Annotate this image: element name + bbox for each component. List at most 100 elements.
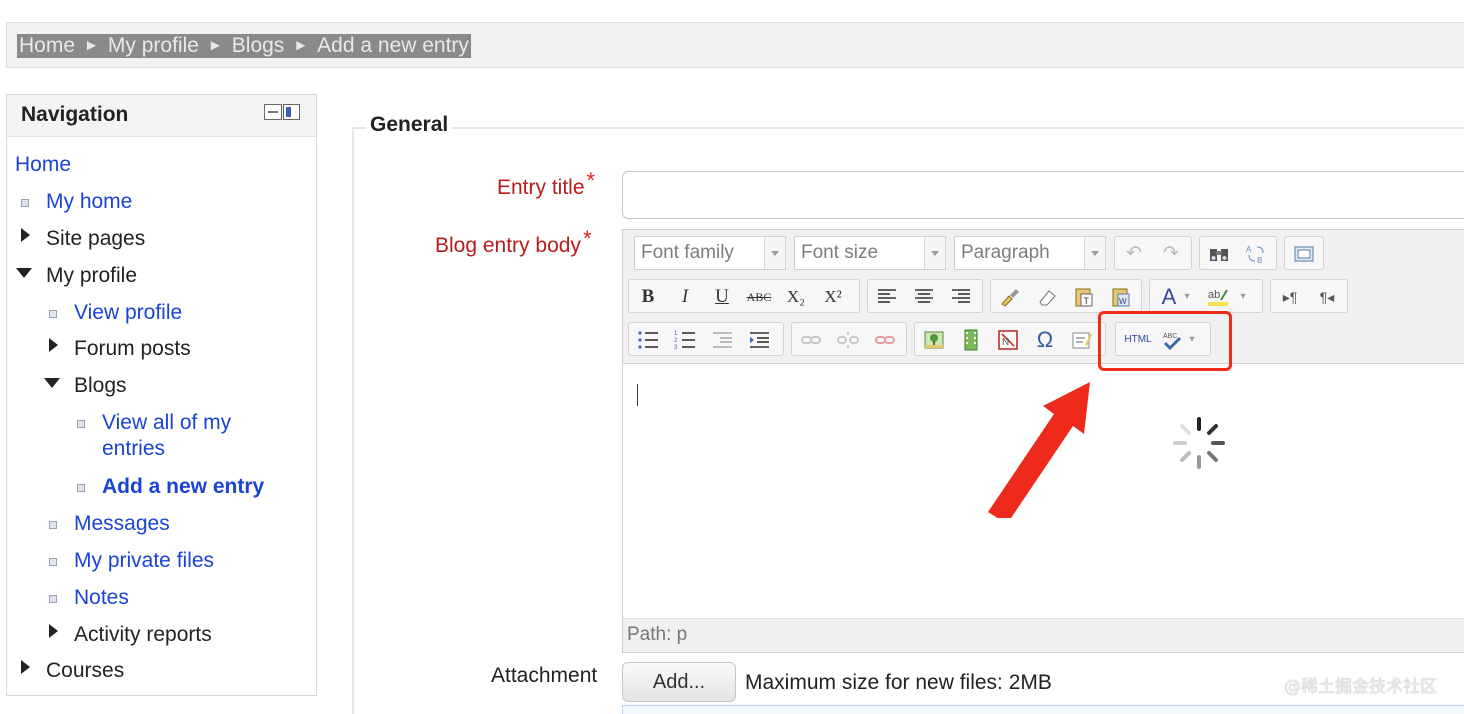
eraser-icon[interactable] [1033,283,1061,311]
media-icon[interactable] [957,326,985,354]
special-char-button[interactable]: Ω [1031,326,1059,354]
align-center-icon[interactable] [910,283,938,311]
nav-view-profile[interactable]: View profile [74,300,182,326]
max-file-size-text: Maximum size for new files: 2MB [745,671,1052,694]
font-family-select[interactable]: Font family [634,236,786,270]
clipboard-group: T W [990,279,1142,313]
unlink-icon[interactable] [834,326,862,354]
nolink-icon[interactable]: N [994,326,1022,354]
nav-blogs[interactable]: Blogs [74,373,127,399]
nav-messages[interactable]: Messages [74,511,170,537]
breadcrumb: Home ► My profile ► Blogs ► Add a new entry [17,34,471,58]
nav-notes-link[interactable]: Notes [74,586,129,609]
nav-forum-posts[interactable]: Forum posts [74,336,191,362]
chevron-down-icon[interactable]: ▾ [1236,283,1250,311]
expand-triangle-icon[interactable] [21,660,30,674]
cleanup-brush-icon[interactable] [996,283,1024,311]
nav-courses-label[interactable]: Courses [46,659,124,682]
nav-view-profile-link[interactable]: View profile [74,301,182,324]
nav-blogs-label[interactable]: Blogs [74,374,127,397]
chevron-down-icon[interactable]: ▾ [1180,283,1194,311]
fieldset-border-left [352,127,354,714]
nav-courses[interactable]: Courses [46,658,124,684]
blog-entry-body-label-text: Blog entry body [435,234,581,257]
nav-messages-link[interactable]: Messages [74,512,170,535]
nav-home[interactable]: Home [15,152,71,178]
indent-icon[interactable] [745,326,773,354]
nav-view-all-entries[interactable]: View all of my entries [102,410,231,462]
nav-private-files[interactable]: My private files [74,548,214,574]
entry-title-input[interactable] [622,171,1464,219]
svg-text:2: 2 [674,338,678,344]
nav-view-all-entries-line1[interactable]: View all of my [102,411,231,434]
nav-site-pages[interactable]: Site pages [46,226,145,252]
paste-word-icon[interactable]: W [1107,283,1135,311]
ltr-icon[interactable]: ▸¶ [1276,283,1304,311]
nav-activity-reports[interactable]: Activity reports [74,622,212,648]
add-file-button[interactable]: Add... [622,662,736,702]
underline-button[interactable]: U [708,283,736,311]
breadcrumb-separator: ► [293,37,309,54]
font-size-value: Font size [801,242,879,263]
paste-text-icon[interactable]: T [1070,283,1098,311]
nav-my-profile[interactable]: My profile [46,263,137,289]
nav-private-files-link[interactable]: My private files [74,549,214,572]
expand-triangle-icon[interactable] [21,228,30,242]
bullet-icon [49,310,57,318]
nav-activity-reports-label[interactable]: Activity reports [74,623,212,646]
nav-home-link[interactable]: Home [15,153,71,176]
collapse-triangle-icon[interactable] [44,378,60,388]
replace-icon[interactable]: AB [1242,240,1270,268]
nav-add-new-entry-link[interactable]: Add a new entry [102,475,264,498]
collapse-triangle-icon[interactable] [16,268,32,278]
nav-forum-posts-label[interactable]: Forum posts [74,337,191,360]
bold-button[interactable]: B [634,283,662,311]
breadcrumb-home[interactable]: Home [19,34,75,57]
nav-view-all-entries-line2[interactable]: entries [102,437,165,460]
breadcrumb-my-profile[interactable]: My profile [108,34,199,57]
font-size-select[interactable]: Font size [794,236,946,270]
align-right-icon[interactable] [947,283,975,311]
file-manager-area[interactable] [622,705,1464,714]
text-color-icon[interactable]: A [1155,283,1183,311]
nav-site-pages-label[interactable]: Site pages [46,227,145,250]
rtl-icon[interactable]: ¶◂ [1313,283,1341,311]
align-left-icon[interactable] [873,283,901,311]
background-color-icon[interactable]: ab [1204,283,1232,311]
numbered-list-icon[interactable]: 123 [671,326,699,354]
fieldset-border [352,127,1464,129]
anchor-icon[interactable] [871,326,899,354]
nav-my-home[interactable]: My home [46,189,132,215]
svg-text:B: B [1257,256,1262,265]
undo-icon[interactable]: ↶ [1120,240,1148,268]
color-group: A ▾ ab ▾ [1149,279,1263,313]
nav-my-home-link[interactable]: My home [46,190,132,213]
expand-triangle-icon[interactable] [49,624,58,638]
fieldset-legend: General [366,113,453,137]
dock-block-icon[interactable] [264,104,300,121]
nav-view-all-entries-link[interactable]: View all of my entries [102,411,231,460]
nav-my-profile-label[interactable]: My profile [46,264,137,287]
italic-button[interactable]: I [671,283,699,311]
navigation-block: Navigation Home My home Site pages My pr… [6,94,317,696]
format-select[interactable]: Paragraph [954,236,1106,270]
fullscreen-icon[interactable] [1290,240,1318,268]
nav-notes[interactable]: Notes [74,585,129,611]
link-icon[interactable] [797,326,825,354]
outdent-icon[interactable] [708,326,736,354]
strikethrough-button[interactable]: ABC [745,283,773,311]
find-icon[interactable] [1205,240,1233,268]
subscript-button[interactable]: X₂ [782,283,810,311]
superscript-button[interactable]: X² [819,283,847,311]
redo-icon[interactable]: ↷ [1157,240,1185,268]
nav-add-new-entry[interactable]: Add a new entry [102,474,264,500]
annotation-highlight-box [1098,311,1232,371]
equation-icon[interactable] [1068,326,1096,354]
breadcrumb-blogs[interactable]: Blogs [232,34,285,57]
svg-text:W: W [1119,297,1127,306]
bullet-list-icon[interactable] [634,326,662,354]
svg-text:3: 3 [674,345,678,351]
expand-triangle-icon[interactable] [49,338,58,352]
format-value: Paragraph [961,242,1050,263]
image-icon[interactable] [920,326,948,354]
